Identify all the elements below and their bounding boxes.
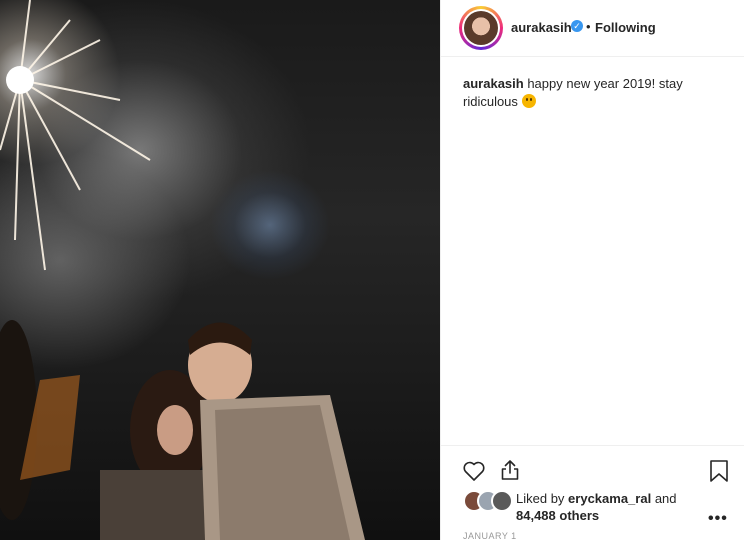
liker-avatar — [491, 490, 513, 512]
header-separator: • — [586, 19, 591, 34]
firework-burst — [0, 0, 151, 271]
likes-count[interactable]: 84,488 others — [516, 508, 599, 523]
avatar[interactable] — [459, 6, 503, 50]
people — [0, 320, 365, 540]
verified-badge-icon: ✓ — [571, 20, 583, 32]
post-caption: aurakasih happy new year 2019! stay ridi… — [463, 75, 713, 111]
caption-username[interactable]: aurakasih — [463, 76, 524, 91]
likes-summary: Liked by eryckama_ral and 84,488 others — [463, 488, 733, 523]
share-icon[interactable] — [498, 458, 522, 482]
post-photo[interactable] — [0, 0, 440, 540]
following-button[interactable]: Following — [595, 20, 656, 35]
panel-divider — [440, 0, 441, 540]
more-options-button[interactable]: ••• — [708, 510, 728, 528]
bookmark-icon[interactable] — [707, 459, 731, 483]
actions-divider — [441, 445, 744, 446]
post-header: aurakasih ✓ • Following — [441, 0, 744, 57]
heart-icon[interactable] — [462, 459, 486, 483]
firework-core — [6, 66, 34, 94]
liked-by-user[interactable]: eryckama_ral — [568, 491, 651, 506]
tongue-out-emoji-icon — [521, 94, 536, 108]
liker-avatars[interactable] — [463, 490, 513, 512]
liked-by-prefix: Liked by — [516, 491, 565, 506]
photo-scene — [0, 0, 365, 540]
header-username[interactable]: aurakasih — [511, 20, 572, 35]
liked-by-conjunction: and — [654, 491, 677, 506]
liked-by-line: Liked by eryckama_ral and — [516, 491, 677, 506]
